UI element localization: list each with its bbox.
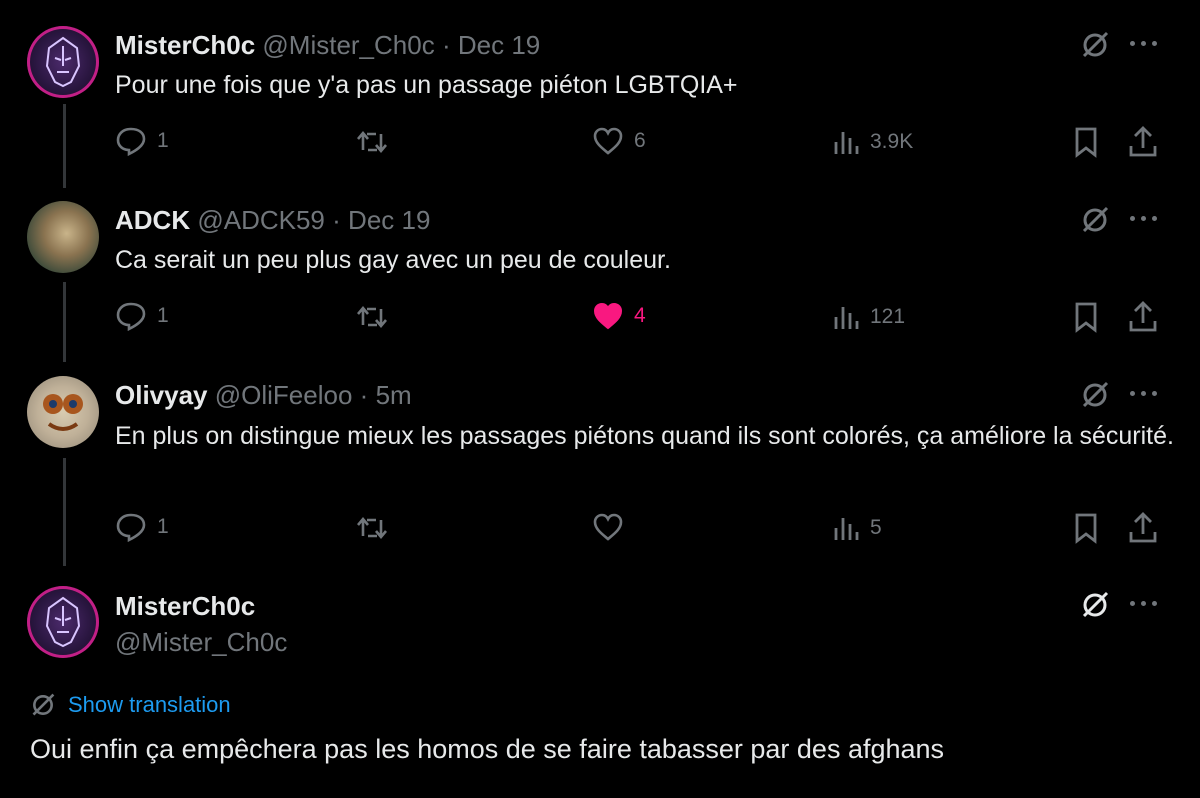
avatar[interactable] [27, 26, 99, 98]
avatar[interactable] [27, 376, 99, 448]
tweet-header: ADCK @ADCK59 · Dec 19 [115, 205, 431, 235]
like-button[interactable] [592, 512, 624, 542]
repost-button[interactable] [356, 303, 388, 331]
avatar[interactable] [27, 586, 99, 658]
timestamp[interactable]: Dec 19 [458, 30, 540, 60]
thread-line [63, 282, 66, 362]
views-button[interactable]: 121 [832, 303, 905, 331]
tweet-text: Ca serait un peu plus gay avec un peu de… [115, 246, 671, 274]
tweet-header: MisterCh0c @Mister_Ch0c · Dec 19 [115, 30, 541, 60]
handle[interactable]: @ADCK59 [197, 205, 325, 235]
views-icon [834, 518, 859, 540]
handle[interactable]: @Mister_Ch0c [115, 627, 287, 657]
more-icon[interactable] [1130, 391, 1158, 399]
share-button[interactable] [1128, 512, 1158, 544]
reply-count: 1 [157, 129, 169, 152]
like-count: 4 [634, 304, 646, 327]
reply-icon [116, 513, 146, 542]
reply-button[interactable]: 1 [115, 512, 169, 542]
thread-line [63, 104, 66, 188]
share-button[interactable] [1128, 301, 1158, 333]
grok-icon[interactable] [1080, 205, 1110, 240]
bookmark-button[interactable] [1072, 126, 1100, 158]
timestamp[interactable]: 5m [376, 380, 412, 410]
bookmark-button[interactable] [1072, 512, 1100, 544]
like-icon [593, 302, 623, 330]
thread-line [63, 458, 66, 566]
reply-count: 1 [157, 515, 169, 538]
grok-icon[interactable] [1080, 380, 1110, 415]
share-icon [1129, 512, 1157, 543]
show-translation-link[interactable]: Show translation [68, 692, 231, 718]
repost-icon [357, 305, 387, 329]
display-name-row: MisterCh0c [115, 591, 255, 622]
handle[interactable]: @OliFeeloo [215, 380, 353, 410]
views-icon [834, 132, 859, 154]
tweet-text: En plus on distingue mieux les passages … [115, 422, 1174, 450]
reply-icon [116, 302, 146, 331]
bookmark-icon [1075, 302, 1097, 333]
bookmark-icon [1075, 127, 1097, 158]
views-count: 121 [870, 305, 906, 328]
avatar[interactable] [27, 201, 99, 273]
more-icon[interactable] [1130, 216, 1158, 224]
reply-button[interactable]: 1 [115, 301, 169, 331]
grok-icon[interactable] [1080, 590, 1110, 625]
display-name[interactable]: Olivyay [115, 380, 208, 410]
views-button[interactable]: 5 [832, 514, 882, 542]
views-button[interactable]: 3.9K [832, 128, 913, 156]
repost-button[interactable] [356, 514, 388, 542]
share-button[interactable] [1128, 126, 1158, 158]
avatar-image-icon [45, 596, 81, 648]
views-count: 3.9K [870, 130, 914, 153]
tweet-header: Olivyay @OliFeeloo · 5m [115, 380, 412, 410]
reply-icon [116, 127, 146, 156]
views-count: 5 [870, 516, 882, 539]
views-icon [834, 307, 859, 329]
handle[interactable]: @Mister_Ch0c [262, 30, 434, 60]
handle-row: @Mister_Ch0c [115, 627, 287, 658]
share-icon [1129, 126, 1157, 157]
translate-icon [32, 693, 55, 716]
repost-icon [357, 130, 387, 154]
grok-icon[interactable] [1080, 30, 1110, 65]
like-count: 6 [634, 129, 646, 152]
like-icon [593, 127, 623, 155]
bookmark-button[interactable] [1072, 301, 1100, 333]
repost-button[interactable] [356, 128, 388, 156]
display-name[interactable]: ADCK [115, 205, 190, 235]
avatar-image-icon [43, 394, 83, 431]
like-icon [593, 513, 623, 541]
bookmark-icon [1075, 513, 1097, 544]
display-name[interactable]: MisterCh0c [115, 591, 255, 621]
tweet-text: Pour une fois que y'a pas un passage pié… [115, 71, 738, 99]
like-button[interactable]: 4 [592, 301, 646, 331]
reply-button[interactable]: 1 [115, 126, 169, 156]
more-icon[interactable] [1130, 41, 1158, 49]
more-icon[interactable] [1130, 601, 1158, 609]
show-translation[interactable]: Show translation [30, 692, 231, 718]
timestamp[interactable]: Dec 19 [348, 205, 430, 235]
share-icon [1129, 301, 1157, 332]
main-tweet-text: Oui enfin ça empêchera pas les homos de … [30, 734, 945, 764]
display-name[interactable]: MisterCh0c [115, 30, 255, 60]
reply-count: 1 [157, 304, 169, 327]
repost-icon [357, 516, 387, 540]
like-button[interactable]: 6 [592, 126, 646, 156]
avatar-image-icon [45, 36, 81, 88]
